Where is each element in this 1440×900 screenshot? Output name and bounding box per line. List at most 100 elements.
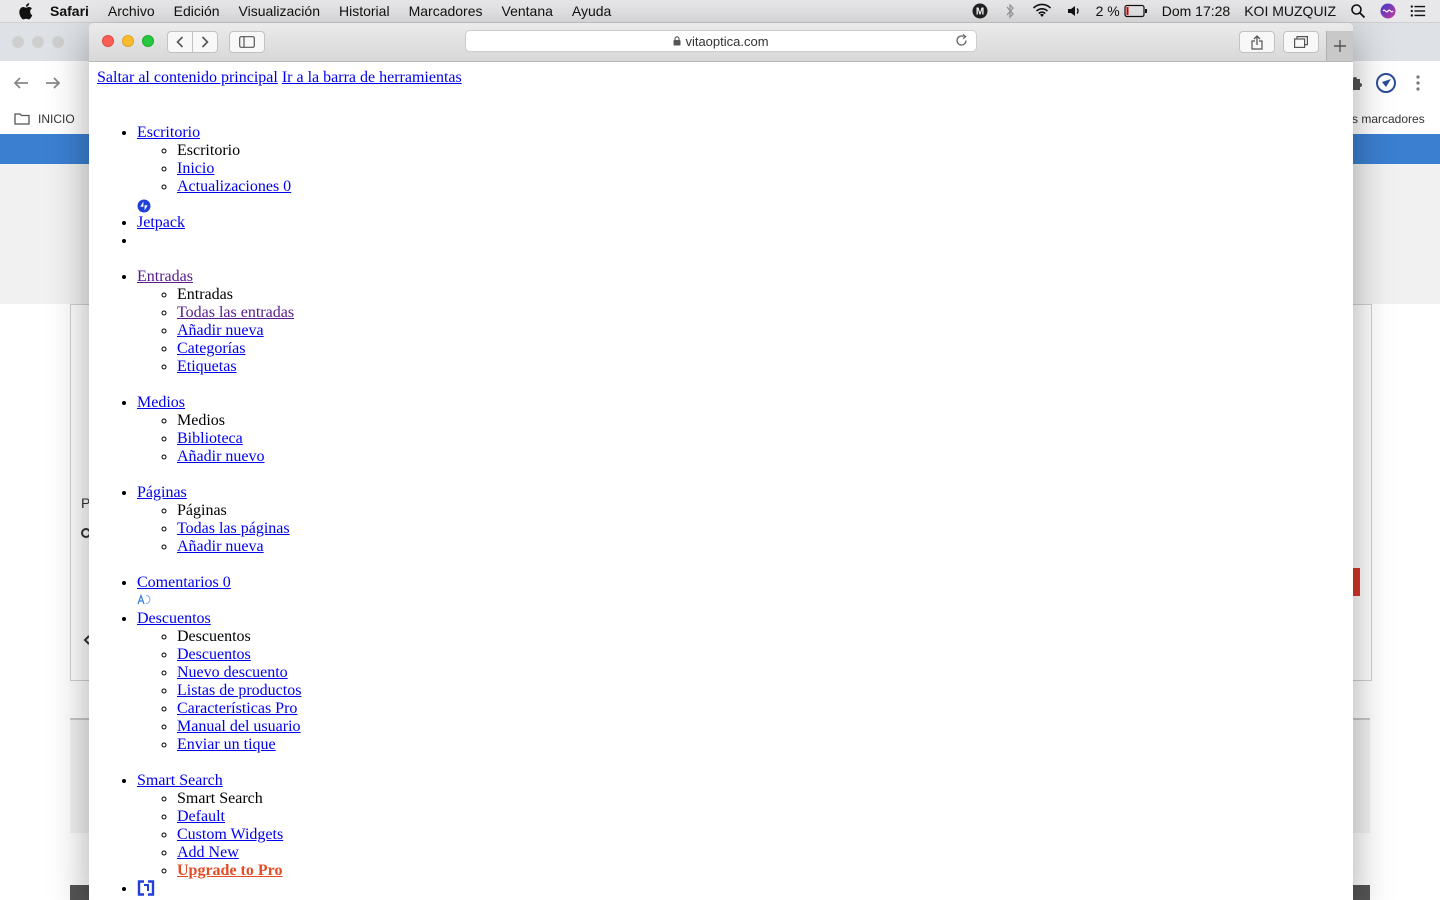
menu-ventana[interactable]: Ventana (502, 3, 553, 19)
menu-historial[interactable]: Historial (339, 3, 390, 19)
submenu-title: Páginas (177, 502, 301, 520)
apple-icon[interactable] (18, 2, 36, 20)
page-content: Saltar al contenido principal Ir a la ba… (89, 62, 1353, 900)
submenu-item: Biblioteca (177, 430, 301, 448)
jetpack-icon (137, 199, 151, 213)
menu-link-smart-search[interactable]: Smart Search (137, 772, 223, 789)
menu-archivo[interactable]: Archivo (108, 3, 155, 19)
submenu-link-todas-entradas[interactable]: Todas las entradas (177, 304, 294, 321)
submenu-medios: Medios Biblioteca Añadir nuevo (137, 412, 301, 466)
submenu-item: Listas de productos (177, 682, 301, 700)
back-button[interactable] (167, 31, 193, 53)
menu-marcadores[interactable]: Marcadores (409, 3, 483, 19)
bg-back-icon[interactable] (12, 75, 30, 91)
submenu-link-inicio[interactable]: Inicio (177, 160, 214, 177)
submenu-link-nuevo-descuento[interactable]: Nuevo descuento (177, 664, 288, 681)
menu-link-entradas[interactable]: Entradas (137, 268, 193, 285)
spotlight-search-icon[interactable] (1350, 3, 1366, 19)
menu-safari[interactable]: Safari (50, 3, 89, 19)
bg-forward-icon[interactable] (44, 75, 62, 91)
malwarebytes-icon[interactable]: M (972, 3, 988, 19)
submenu-link-biblioteca[interactable]: Biblioteca (177, 430, 243, 447)
user-name[interactable]: KOI MUZQUIZ (1244, 3, 1336, 19)
menu-link-medios[interactable]: Medios (137, 394, 185, 411)
discount-icon (137, 594, 151, 605)
submenu-link-actualizaciones[interactable]: Actualizaciones 0 (177, 178, 291, 195)
bg-more-icon[interactable] (1414, 74, 1422, 92)
new-tab-button[interactable] (1326, 31, 1353, 61)
submenu-descuentos: Descuentos Descuentos Nuevo descuento Li… (137, 628, 301, 754)
skip-to-toolbar-link[interactable]: Ir a la barra de herramientas (282, 69, 462, 86)
bluetooth-icon[interactable] (1002, 3, 1018, 19)
submenu-item: Todas las páginas (177, 520, 301, 538)
submenu-link-listas-productos[interactable]: Listas de productos (177, 682, 301, 699)
forward-button[interactable] (192, 31, 218, 53)
menu-item-smart-search: Smart Search Smart Search Default Custom… (137, 754, 301, 880)
submenu-link-manual-usuario[interactable]: Manual del usuario (177, 718, 301, 735)
menu-edicion[interactable]: Edición (174, 3, 220, 19)
sidebar-button[interactable] (229, 31, 265, 53)
address-bar[interactable]: vitaoptica.com (465, 30, 977, 52)
submenu-link-upgrade-pro[interactable]: Upgrade to Pro (177, 862, 282, 879)
submenu-link-custom-widgets[interactable]: Custom Widgets (177, 826, 283, 843)
submenu-link-anadir-nueva[interactable]: Añadir nueva (177, 322, 264, 339)
minimize-window-button[interactable] (122, 35, 134, 47)
menu-icon-slot (137, 880, 301, 898)
menu-link-descuentos[interactable]: Descuentos (137, 610, 211, 627)
battery-icon[interactable] (1124, 3, 1148, 19)
bookmark-other[interactable]: s marcadores (1352, 112, 1425, 126)
menu-link-comentarios[interactable]: Comentarios 0 (137, 574, 231, 591)
menu-link-paginas[interactable]: Páginas (137, 484, 187, 501)
submenu-item: Upgrade to Pro (177, 862, 301, 880)
lock-icon (673, 36, 681, 46)
submenu-item: Añadir nueva (177, 538, 301, 556)
menu-icon-slot (137, 592, 301, 610)
menu-visualizacion[interactable]: Visualización (239, 3, 320, 19)
menu-icon-slot (137, 376, 301, 394)
menu-item-partial (137, 880, 301, 898)
submenu-link-add-new[interactable]: Add New (177, 844, 239, 861)
clock[interactable]: Dom 17:28 (1162, 3, 1230, 19)
submenu-link-anadir-nueva-pagina[interactable]: Añadir nueva (177, 538, 264, 555)
close-window-button[interactable] (102, 35, 114, 47)
submenu-link-descuentos[interactable]: Descuentos (177, 646, 251, 663)
menu-link-jetpack[interactable]: Jetpack (137, 214, 185, 231)
submenu-item: Actualizaciones 0 (177, 178, 301, 196)
submenu-title: Smart Search (177, 790, 301, 808)
submenu-item: Características Pro (177, 700, 301, 718)
submenu-title: Entradas (177, 286, 301, 304)
zoom-window-button[interactable] (142, 35, 154, 47)
submenu-item: Manual del usuario (177, 718, 301, 736)
share-button[interactable] (1239, 31, 1275, 53)
bg-shield-extension-icon[interactable] (1376, 73, 1396, 93)
submenu-link-etiquetas[interactable]: Etiquetas (177, 358, 237, 375)
submenu-item: Etiquetas (177, 358, 301, 376)
wifi-icon[interactable] (1032, 3, 1052, 19)
siri-icon[interactable] (1380, 3, 1396, 19)
submenu-link-anadir-nuevo[interactable]: Añadir nuevo (177, 448, 265, 465)
menu-item-separator (137, 232, 301, 250)
battery-percent: 2 % (1095, 3, 1120, 19)
notification-center-icon[interactable] (1410, 3, 1426, 19)
bookmark-inicio[interactable]: INICIO (38, 112, 75, 126)
skip-to-content-link[interactable]: Saltar al contenido principal (97, 69, 278, 86)
folder-icon (14, 113, 30, 125)
submenu-link-default[interactable]: Default (177, 808, 225, 825)
menu-item-descuentos: Descuentos Descuentos Descuentos Nuevo d… (137, 592, 301, 754)
reload-icon[interactable] (955, 34, 968, 47)
menu-icon-slot (137, 754, 301, 772)
submenu-link-enviar-tique[interactable]: Enviar un tique (177, 736, 276, 753)
tabs-icon (1294, 36, 1308, 48)
menu-icon-slot (137, 232, 301, 250)
tab-overview-button[interactable] (1283, 31, 1319, 53)
submenu-link-caracteristicas-pro[interactable]: Características Pro (177, 700, 297, 717)
submenu-link-todas-paginas[interactable]: Todas las páginas (177, 520, 290, 537)
menu-ayuda[interactable]: Ayuda (572, 3, 611, 19)
volume-icon[interactable] (1066, 3, 1082, 19)
menu-icon-slot (137, 106, 301, 124)
plus-icon (1334, 40, 1346, 52)
submenu-item: Añadir nuevo (177, 448, 301, 466)
menu-link-escritorio[interactable]: Escritorio (137, 124, 200, 141)
submenu-item: Añadir nueva (177, 322, 301, 340)
submenu-link-categorias[interactable]: Categorías (177, 340, 245, 357)
